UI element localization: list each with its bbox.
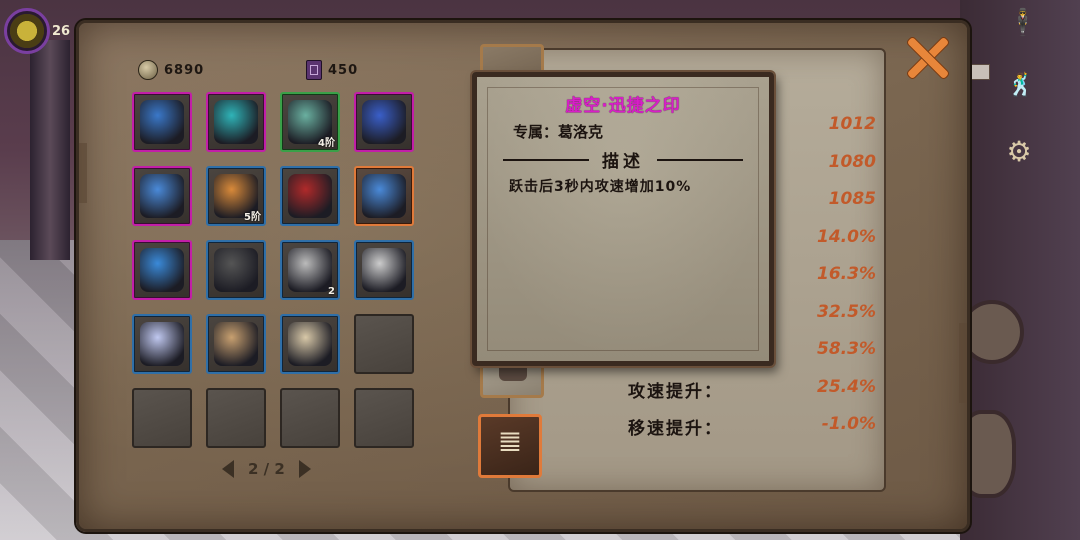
tooltip-description: 跃击后3秒内攻速增加10% (509, 179, 692, 195)
gear-settings-icon[interactable]: ⚙ (1002, 134, 1036, 168)
inventory-slot[interactable] (354, 92, 414, 152)
inventory-slot[interactable]: 5阶 (206, 166, 266, 226)
inventory-slot[interactable] (132, 314, 192, 374)
stat-label: 攻速提升： (628, 381, 723, 402)
statue-icon (288, 248, 332, 292)
inventory-slot[interactable]: 2 (280, 240, 340, 300)
inventory-slot[interactable] (132, 240, 192, 300)
inventory-slot[interactable] (206, 314, 266, 374)
ring-icon (214, 322, 258, 366)
coin-currency: 6890 (138, 60, 204, 80)
inventory-slot[interactable] (354, 166, 414, 226)
equipped-claw-slot[interactable]: 𝍤 (478, 414, 542, 478)
panel-edge-tear (79, 143, 87, 203)
tooltip-item-name: 虚空·迅捷之印 (565, 96, 681, 116)
background-pillar (30, 40, 70, 260)
inventory-slot[interactable] (280, 166, 340, 226)
inventory-slot[interactable] (206, 388, 266, 448)
stat-label: 移速提升： (628, 419, 723, 439)
stat-value: 25.4% (817, 376, 876, 397)
inventory-slot[interactable] (206, 240, 266, 300)
stat-value: 1085 (828, 189, 876, 209)
stat-value: 1080 (828, 151, 876, 172)
panel-edge-tear (959, 323, 967, 403)
stat-value: 14.0% (817, 226, 876, 247)
slot-count: 2 (328, 286, 335, 297)
scroll-map-icon (288, 322, 332, 366)
next-page-arrow-icon[interactable] (298, 460, 311, 478)
inventory-pager: 2 / 2 (222, 460, 311, 478)
inventory-slot[interactable] (132, 388, 192, 448)
player-level-badge[interactable] (4, 8, 50, 54)
inventory-slot[interactable] (280, 388, 340, 448)
crossed-blades-rune-icon (362, 100, 406, 144)
inventory-slot[interactable] (354, 240, 414, 300)
coin-icon (138, 60, 158, 80)
character-portrait-icon[interactable]: 🕴 (1006, 6, 1040, 40)
stat-value: 16.3% (817, 264, 876, 284)
stat-value: 1012 (828, 114, 876, 134)
book-currency: 450 (306, 60, 358, 80)
emote-icon[interactable]: 🕺 (1004, 68, 1038, 102)
inventory-slot[interactable] (354, 314, 414, 374)
double-chevron-rune-icon (362, 174, 406, 218)
slot-count: 4阶 (318, 138, 335, 149)
previous-page-arrow-icon[interactable] (222, 460, 234, 478)
inventory-slot[interactable] (354, 388, 414, 448)
inventory-slot[interactable] (132, 92, 192, 152)
claw-icon: 𝍤 (499, 428, 521, 458)
inventory-slot[interactable] (206, 92, 266, 152)
stat-value: 58.3% (817, 339, 876, 359)
arrow-burst-rune-icon (140, 174, 184, 218)
inventory-slot[interactable] (280, 314, 340, 374)
jar-icon (362, 248, 406, 292)
brackets-rune-icon (214, 100, 258, 144)
inventory-slot[interactable] (132, 166, 192, 226)
triangle-rune-icon (140, 248, 184, 292)
page-indicator: 2 / 2 (248, 460, 285, 478)
player-level-number: 26 (52, 24, 71, 39)
close-button[interactable] (906, 36, 950, 80)
shard-rune-icon (214, 248, 258, 292)
crystal-icon (140, 322, 184, 366)
half-moon-rune-icon (140, 100, 184, 144)
stat-value: 32.5% (817, 301, 876, 322)
coin-amount: 6890 (164, 62, 205, 78)
tooltip-exclusive-owner: 专属：葛洛克 (513, 123, 604, 141)
item-tooltip: 虚空·迅捷之印 专属：葛洛克 描述 跃击后3秒内攻速增加10% (472, 72, 774, 366)
inventory-slot[interactable]: 4阶 (280, 92, 340, 152)
demon-eye-icon (288, 174, 332, 218)
slot-count: 5阶 (244, 212, 261, 223)
book-amount: 450 (328, 62, 359, 78)
tooltip-divider-right (657, 159, 743, 161)
book-icon (306, 60, 322, 80)
stat-value: -1.0% (821, 414, 876, 434)
